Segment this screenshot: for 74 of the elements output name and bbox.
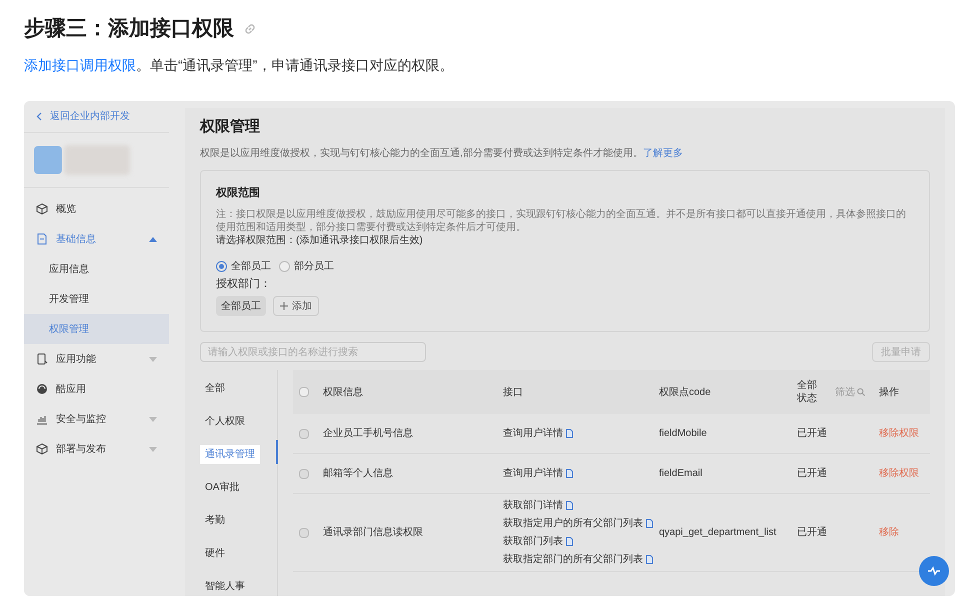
api-name: 获取部门列表 (503, 535, 563, 548)
document-icon (646, 555, 653, 564)
document-icon (566, 469, 573, 478)
api-name: 获取部门详情 (503, 499, 563, 512)
row-checkbox[interactable] (299, 428, 309, 438)
scope-title: 权限范围 (216, 186, 261, 201)
sidebar-item[interactable]: 酷应用 (24, 374, 169, 404)
api-name: 查询用户详情 (503, 467, 563, 480)
document-icon (566, 429, 573, 438)
status-text: 已开通 (797, 466, 828, 481)
permission-code: fieldEmail (659, 467, 704, 481)
department-label: 授权部门： (216, 276, 272, 292)
intro-paragraph: 添加接口调用权限。单击“通讯录管理”，申请通讯录接口对应的权限。 (24, 56, 454, 75)
radio-option[interactable]: 全部员工 (216, 258, 271, 274)
permission-name: 邮箱等个人信息 (323, 466, 394, 481)
sidebar-item[interactable]: 应用功能 (24, 344, 169, 374)
menu-item-icon (36, 353, 48, 365)
caret-up-icon (149, 236, 157, 242)
step-heading: 步骤三：添加接口权限 (24, 16, 234, 42)
sidebar-subitem[interactable]: 应用信息 (24, 254, 169, 284)
category-tab[interactable]: 全部 (200, 378, 230, 398)
scope-prompt: 请选择权限范围：(添加通讯录接口权限后生效) (216, 234, 424, 246)
category-tab[interactable]: 硬件 (200, 544, 230, 562)
api-name: 查询用户详情 (503, 427, 563, 440)
radio-option[interactable]: 部分员工 (279, 258, 334, 274)
document-icon (646, 519, 653, 528)
add-button[interactable]: 添加 (273, 296, 319, 316)
permission-name: 企业员工手机号信息 (323, 426, 414, 441)
status-text: 已开通 (797, 526, 828, 540)
search-field[interactable]: 请输入权限或接口的名称进行搜索 (200, 342, 426, 362)
permission-link[interactable]: 添加接口调用权限 (24, 57, 136, 73)
category-tab[interactable]: OA审批 (200, 478, 244, 496)
category-tab[interactable]: 个人权限 (200, 412, 250, 430)
sidebar-item[interactable]: 安全与监控 (24, 404, 169, 434)
document-icon (566, 537, 573, 546)
search-icon (857, 388, 865, 396)
menu-item-icon (36, 443, 48, 455)
plus-icon (280, 302, 288, 310)
menu-item-icon (36, 383, 48, 395)
document-icon (566, 501, 573, 510)
category-tab[interactable]: 考勤 (200, 510, 230, 530)
page-title: 权限管理 (200, 117, 261, 137)
row-checkbox[interactable] (299, 528, 309, 538)
sidebar-item[interactable]: 部署与发布 (24, 434, 169, 464)
status-text: 已开通 (797, 426, 828, 441)
caret-down-icon (149, 356, 157, 362)
app-icon (34, 146, 62, 174)
column-header: 操作 (879, 386, 899, 400)
active-tab-indicator (276, 440, 278, 464)
api-name: 获取指定用户的所有父部门列表 (503, 517, 643, 530)
column-header: 接口 (503, 386, 523, 400)
back-chevron-icon (36, 112, 42, 121)
select-all-checkbox[interactable] (299, 387, 309, 397)
menu-item-icon (36, 413, 48, 425)
caret-down-icon (149, 416, 157, 422)
category-tab[interactable]: 通讯录管理 (200, 444, 260, 464)
menu-item-icon (36, 233, 48, 245)
wave-icon (927, 566, 941, 576)
permission-code: fieldMobile (659, 427, 708, 441)
permission-name: 通讯录部门信息读权限 (323, 526, 424, 540)
column-header: 权限点code (659, 386, 711, 400)
row-checkbox[interactable] (299, 468, 309, 478)
category-tab[interactable]: 智能人事 (200, 576, 250, 596)
sidebar-item[interactable]: 概览 (24, 194, 169, 224)
api-name: 获取指定部门的所有父部门列表 (503, 553, 643, 566)
permission-code: qyapi_get_department_list (659, 526, 778, 540)
menu-item-icon (36, 203, 48, 215)
sidebar-subitem[interactable]: 开发管理 (24, 284, 169, 314)
column-header: 全部状态 (797, 379, 818, 405)
department-tag: 全部员工 (216, 296, 266, 316)
caret-down-icon (149, 446, 157, 452)
page-description: 权限是以应用维度做授权，实现与钉钉核心能力的全面互通,部分需要付费或达到特定条件才能使用。了解更多 (200, 146, 684, 161)
column-header: 权限信息 (323, 386, 363, 400)
scope-note: 注：接口权限是以应用维度做授权，鼓励应用使用尽可能多的接口，实现跟钉钉核心能力的全面互通。并不是所有接口都可以直接开通使用，具体参照接口的使用范围和适用类型，部分接口需要付费或达到特定条件后才可使用。 (216, 208, 907, 234)
